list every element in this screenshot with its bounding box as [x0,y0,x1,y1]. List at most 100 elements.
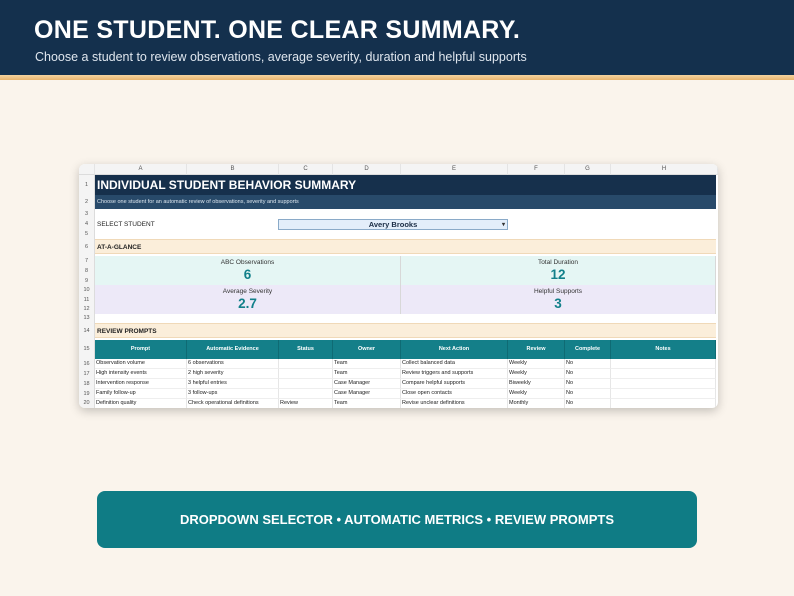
sheet-subtitle: Choose one student for an automatic revi… [95,195,716,209]
table-cell[interactable]: Case Manager [333,379,401,389]
table-cell[interactable]: Team [333,369,401,379]
row-number[interactable]: 20 [79,399,95,408]
table-cell[interactable]: Revise unclear definitions [401,399,508,408]
table-cell[interactable]: 2 high severity [187,369,279,379]
row-number[interactable]: 7 [79,256,95,266]
table-cell[interactable]: Weekly [508,369,565,379]
metric-value: 3 [554,296,562,311]
review-prompts-heading: REVIEW PROMPTS [95,323,716,338]
table-header-review[interactable]: Review [508,340,565,359]
helpful-supports-card: Helpful Supports 3 [401,285,716,314]
total-duration-card: Total Duration 12 [401,256,716,285]
at-a-glance-heading: AT-A-GLANCE [95,239,716,254]
metric-label: Helpful Supports [533,288,583,295]
table-header-status[interactable]: Status [279,340,333,359]
table-header-owner[interactable]: Owner [333,340,401,359]
table-cell[interactable] [611,389,716,399]
metric-value: 12 [550,267,566,282]
row-number[interactable]: 18 [79,379,95,389]
column-header[interactable]: D [333,164,401,175]
table-cell[interactable]: No [565,369,611,379]
table-cell[interactable]: No [565,379,611,389]
row-number[interactable]: 6 [79,239,95,256]
row-number[interactable]: 1 [79,175,95,195]
row-number[interactable]: 15 [79,340,95,359]
table-cell[interactable]: Team [333,359,401,369]
table-cell[interactable] [279,379,333,389]
select-student-label: SELECT STUDENT [97,221,155,228]
sheet-title: INDIVIDUAL STUDENT BEHAVIOR SUMMARY [95,175,716,195]
table-cell[interactable]: Biweekly [508,379,565,389]
page-title: ONE STUDENT. ONE CLEAR SUMMARY. [34,16,521,44]
row-number[interactable]: 16 [79,359,95,369]
table-cell[interactable]: Definition quality [95,399,187,408]
metric-label: Average Severity [222,288,273,295]
table-header-prompt[interactable]: Prompt [95,340,187,359]
table-cell[interactable] [279,369,333,379]
table-cell[interactable]: 3 helpful entries [187,379,279,389]
table-cell[interactable] [279,359,333,369]
table-header-evidence[interactable]: Automatic Evidence [187,340,279,359]
column-header[interactable]: G [565,164,611,175]
table-cell[interactable]: Weekly [508,389,565,399]
table-cell[interactable] [611,369,716,379]
table-cell[interactable]: High intensity events [95,369,187,379]
table-cell[interactable]: Intervention response [95,379,187,389]
metric-value: 2.7 [238,296,257,311]
table-cell[interactable] [611,359,716,369]
table-cell[interactable]: Family follow-up [95,389,187,399]
metric-value: 6 [243,267,252,282]
table-header-next-action[interactable]: Next Action [401,340,508,359]
row-number[interactable]: 11 [79,295,95,305]
table-cell[interactable]: Review triggers and supports [401,369,508,379]
header-accent-stripe [0,75,794,80]
row-number[interactable]: 13 [79,314,95,323]
column-header[interactable]: E [401,164,508,175]
dropdown-arrow-icon[interactable]: ▾ [502,220,505,230]
table-cell[interactable] [611,379,716,389]
row-number[interactable]: 17 [79,369,95,379]
table-cell[interactable]: Check operational definitions [187,399,279,408]
row-number[interactable]: 5 [79,230,95,239]
table-cell[interactable]: 6 observations [187,359,279,369]
table-cell[interactable]: Review [279,399,333,408]
table-cell[interactable]: 3 follow-ups [187,389,279,399]
table-cell[interactable]: Close open contacts [401,389,508,399]
table-cell[interactable]: Collect balanced data [401,359,508,369]
table-cell[interactable]: No [565,399,611,408]
table-header-notes[interactable]: Notes [611,340,716,359]
row-number[interactable]: 10 [79,285,95,295]
row-number[interactable]: 3 [79,209,95,219]
spreadsheet-preview: A B C D E F G H 1 2 3 4 5 6 7 8 9 10 11 … [79,164,718,408]
row-number[interactable]: 2 [79,195,95,209]
column-header[interactable]: H [611,164,718,175]
row-number[interactable]: 4 [79,219,95,230]
table-header-complete[interactable]: Complete [565,340,611,359]
metric-label: Total Duration [537,259,579,266]
table-cell[interactable]: Monthly [508,399,565,408]
table-cell[interactable]: No [565,389,611,399]
column-header[interactable]: B [187,164,279,175]
table-cell[interactable]: Case Manager [333,389,401,399]
column-header[interactable]: A [95,164,187,175]
average-severity-card: Average Severity 2.7 [95,285,401,314]
table-cell[interactable]: Team [333,399,401,408]
column-header[interactable]: F [508,164,565,175]
page-subtitle: Choose a student to review observations,… [35,50,527,64]
feature-banner: DROPDOWN SELECTOR • AUTOMATIC METRICS • … [97,491,697,548]
table-cell[interactable]: Compare helpful supports [401,379,508,389]
row-number[interactable]: 12 [79,305,95,314]
row-number[interactable]: 8 [79,266,95,276]
student-dropdown[interactable]: Avery Brooks ▾ [278,219,508,230]
table-cell[interactable]: Observation volume [95,359,187,369]
table-cell[interactable] [279,389,333,399]
metric-label: ABC Observations [220,259,275,266]
row-number[interactable]: 19 [79,389,95,399]
table-cell[interactable]: Weekly [508,359,565,369]
column-header[interactable]: C [279,164,333,175]
corner-cell [79,164,95,175]
row-number[interactable]: 14 [79,323,95,340]
table-cell[interactable]: No [565,359,611,369]
table-cell[interactable] [611,399,716,408]
selected-student-value: Avery Brooks [368,220,418,229]
